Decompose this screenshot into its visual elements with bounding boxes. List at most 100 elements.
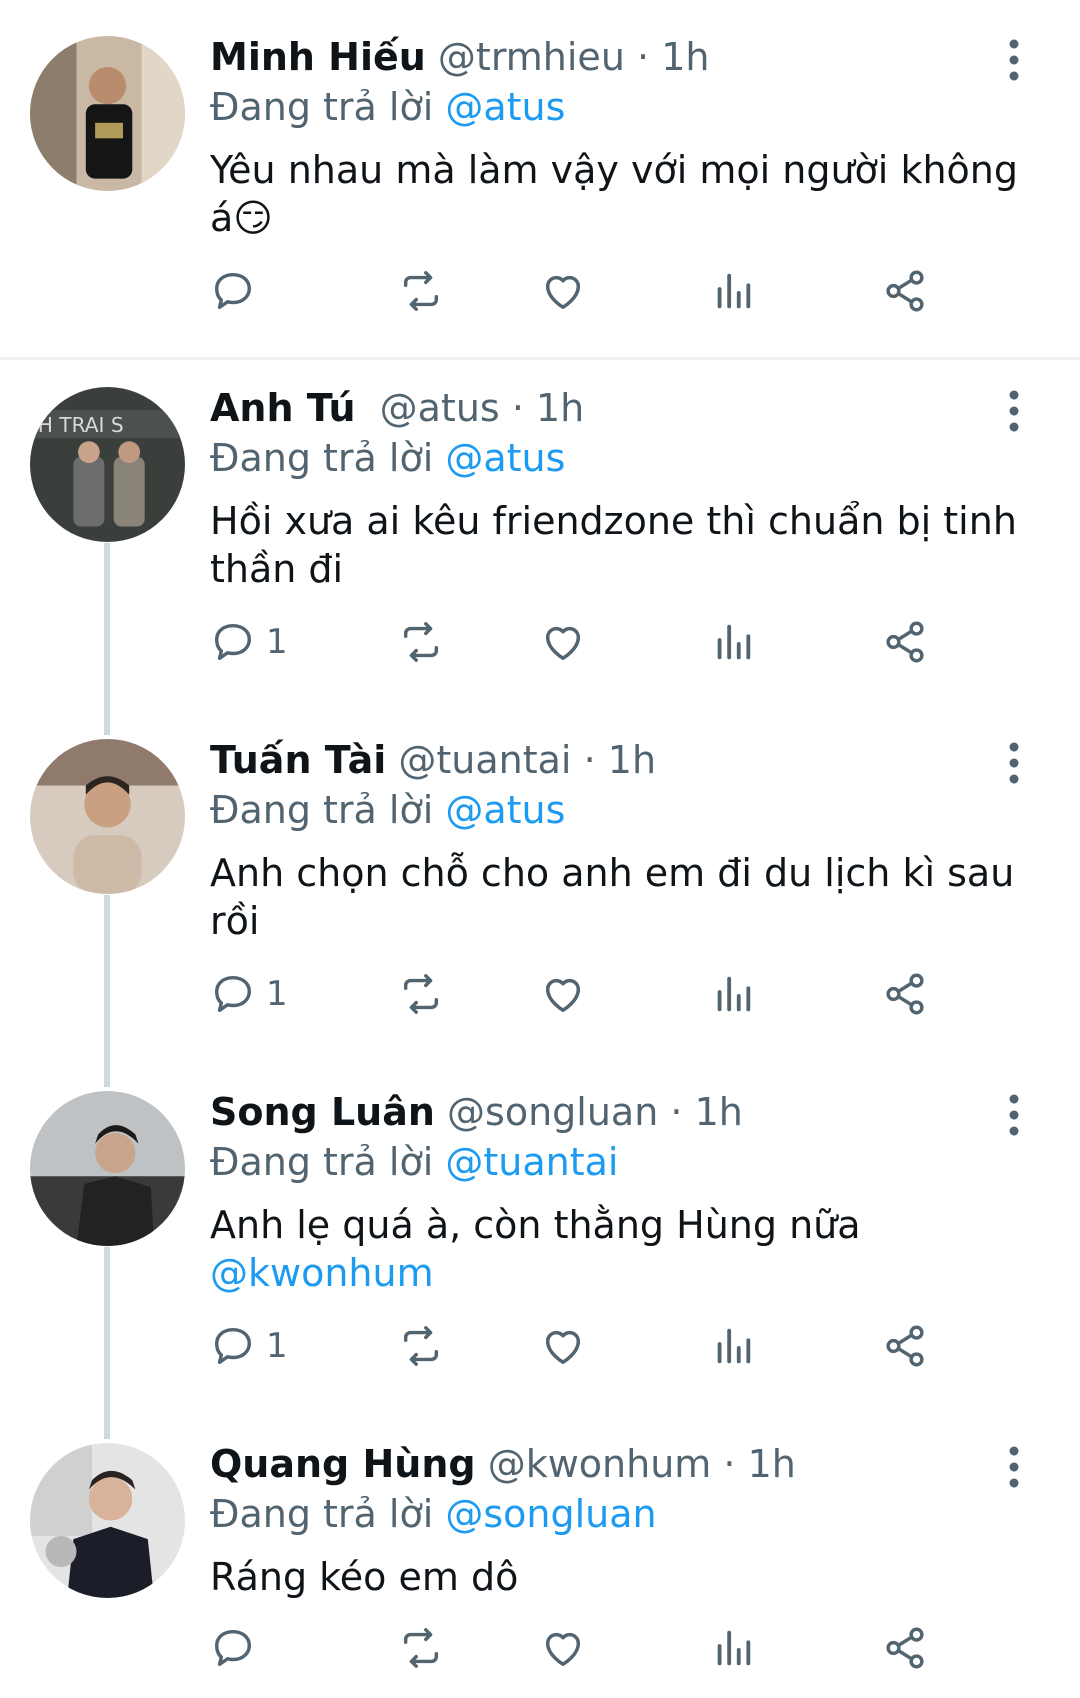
heart-icon <box>545 275 581 310</box>
share-button[interactable] <box>882 970 928 1018</box>
share-button[interactable] <box>882 618 928 666</box>
display-name[interactable]: Tuấn Tài <box>210 738 386 782</box>
timestamp[interactable]: 1h <box>608 738 656 782</box>
tweet-text: Anh lẹ quá à, còn thằng Hùng nữa @kwonhu… <box>210 1201 1020 1297</box>
timestamp[interactable]: 1h <box>748 1442 796 1486</box>
views-button[interactable] <box>710 618 756 666</box>
tweet[interactable]: H TRAI S Anh Tú @atus · 1h Đang trả lời … <box>0 383 1080 683</box>
reply-to-mention[interactable]: @songluan <box>445 1492 656 1536</box>
heart-icon <box>545 626 581 661</box>
avatar[interactable]: H TRAI S <box>30 387 185 542</box>
views-button[interactable] <box>710 1322 756 1370</box>
like-button[interactable] <box>540 267 586 315</box>
reply-prefix: Đang trả lời <box>210 436 434 480</box>
vertical-dots-icon[interactable] <box>1006 741 1022 785</box>
share-icon <box>886 1325 924 1367</box>
views-button[interactable] <box>710 970 756 1018</box>
separator-dot: · <box>511 386 524 430</box>
tweet[interactable]: Quang Hùng @kwonhum · 1h Đang trả lời @s… <box>0 1439 1080 1698</box>
display-name[interactable]: Quang Hùng <box>210 1442 476 1486</box>
timestamp[interactable]: 1h <box>695 1090 743 1134</box>
share-button[interactable] <box>882 1322 928 1370</box>
tweet[interactable]: Minh Hiếu @trmhieu · 1h Đang trả lời @at… <box>0 32 1080 332</box>
separator-dot: · <box>637 35 650 79</box>
avatar[interactable] <box>30 1091 185 1246</box>
reply-button[interactable]: 1 <box>210 618 288 666</box>
reply-button[interactable] <box>210 1624 266 1672</box>
vertical-dots-icon[interactable] <box>1006 1445 1022 1489</box>
display-name[interactable]: Song Luân <box>210 1090 435 1134</box>
retweet-icon <box>403 1628 439 1668</box>
reply-context: Đang trả lời @atus <box>210 433 1020 483</box>
heart-icon <box>545 1330 581 1365</box>
tweet[interactable]: Tuấn Tài @tuantai · 1h Đang trả lời @atu… <box>0 735 1080 1035</box>
bar-chart-icon <box>717 1630 751 1666</box>
reply-button[interactable]: 1 <box>210 1322 288 1370</box>
share-button[interactable] <box>882 267 928 315</box>
tweet[interactable]: Song Luân @songluan · 1h Đang trả lời @t… <box>0 1087 1080 1387</box>
avatar[interactable] <box>30 36 185 191</box>
reply-count: 1 <box>266 974 288 1014</box>
vertical-dots-icon[interactable] <box>1006 38 1022 82</box>
tweet-actions: 1 <box>210 1322 1010 1370</box>
user-handle[interactable]: @tuantai <box>398 738 571 782</box>
retweet-button[interactable] <box>398 970 444 1018</box>
tweet-header: Minh Hiếu @trmhieu · 1h <box>210 32 1020 82</box>
views-button[interactable] <box>710 1624 756 1672</box>
tweet-actions: 1 <box>210 618 1010 666</box>
retweet-icon <box>403 622 439 662</box>
separator-dot: · <box>670 1090 683 1134</box>
like-button[interactable] <box>540 618 586 666</box>
display-name[interactable]: Minh Hiếu <box>210 35 426 79</box>
reply-to-mention[interactable]: @atus <box>445 788 565 832</box>
speech-bubble-icon <box>214 1327 252 1365</box>
user-handle[interactable]: @kwonhum <box>488 1442 712 1486</box>
bar-chart-icon <box>717 273 751 309</box>
reply-to-mention[interactable]: @atus <box>445 436 565 480</box>
like-button[interactable] <box>540 970 586 1018</box>
timestamp[interactable]: 1h <box>661 35 709 79</box>
tweet-header: Song Luân @songluan · 1h <box>210 1087 1020 1137</box>
tweet-header: Anh Tú @atus · 1h <box>210 383 1020 433</box>
views-button[interactable] <box>710 267 756 315</box>
vertical-dots-icon[interactable] <box>1006 1093 1022 1137</box>
avatar[interactable] <box>30 1443 185 1598</box>
text-mention[interactable]: @kwonhum <box>210 1251 434 1295</box>
reply-button[interactable] <box>210 267 266 315</box>
timestamp[interactable]: 1h <box>536 386 584 430</box>
heart-icon <box>545 978 581 1013</box>
user-handle[interactable]: @atus <box>380 386 500 430</box>
retweet-button[interactable] <box>398 267 444 315</box>
user-handle[interactable]: @songluan <box>447 1090 658 1134</box>
like-button[interactable] <box>540 1624 586 1672</box>
share-button[interactable] <box>882 1624 928 1672</box>
retweet-button[interactable] <box>398 618 444 666</box>
reply-context: Đang trả lời @songluan <box>210 1489 1020 1539</box>
share-icon <box>886 973 924 1015</box>
reply-to-mention[interactable]: @atus <box>445 85 565 129</box>
tweet-actions: 1 <box>210 970 1010 1018</box>
tweet-header: Quang Hùng @kwonhum · 1h <box>210 1439 1020 1489</box>
user-handle[interactable]: @trmhieu <box>438 35 625 79</box>
tweet-actions <box>210 267 1010 315</box>
tweet-header: Tuấn Tài @tuantai · 1h <box>210 735 1020 785</box>
separator-dot: · <box>723 1442 736 1486</box>
avatar[interactable] <box>30 739 185 894</box>
tweet-text: Ráng kéo em dô <box>210 1555 519 1599</box>
reply-prefix: Đang trả lời <box>210 85 434 129</box>
reply-button[interactable]: 1 <box>210 970 288 1018</box>
vertical-dots-icon[interactable] <box>1006 389 1022 433</box>
bar-chart-icon <box>717 1328 751 1364</box>
like-button[interactable] <box>540 1322 586 1370</box>
share-icon <box>886 270 924 312</box>
retweet-button[interactable] <box>398 1322 444 1370</box>
reply-to-mention[interactable]: @tuantai <box>445 1140 618 1184</box>
retweet-button[interactable] <box>398 1624 444 1672</box>
display-name[interactable]: Anh Tú <box>210 386 356 430</box>
reply-prefix: Đang trả lời <box>210 1492 434 1536</box>
reply-context: Đang trả lời @atus <box>210 82 1020 132</box>
tweet-actions <box>210 1624 1010 1672</box>
reply-count: 1 <box>266 622 288 662</box>
reply-context: Đang trả lời @tuantai <box>210 1137 1020 1187</box>
speech-bubble-icon <box>214 272 252 310</box>
